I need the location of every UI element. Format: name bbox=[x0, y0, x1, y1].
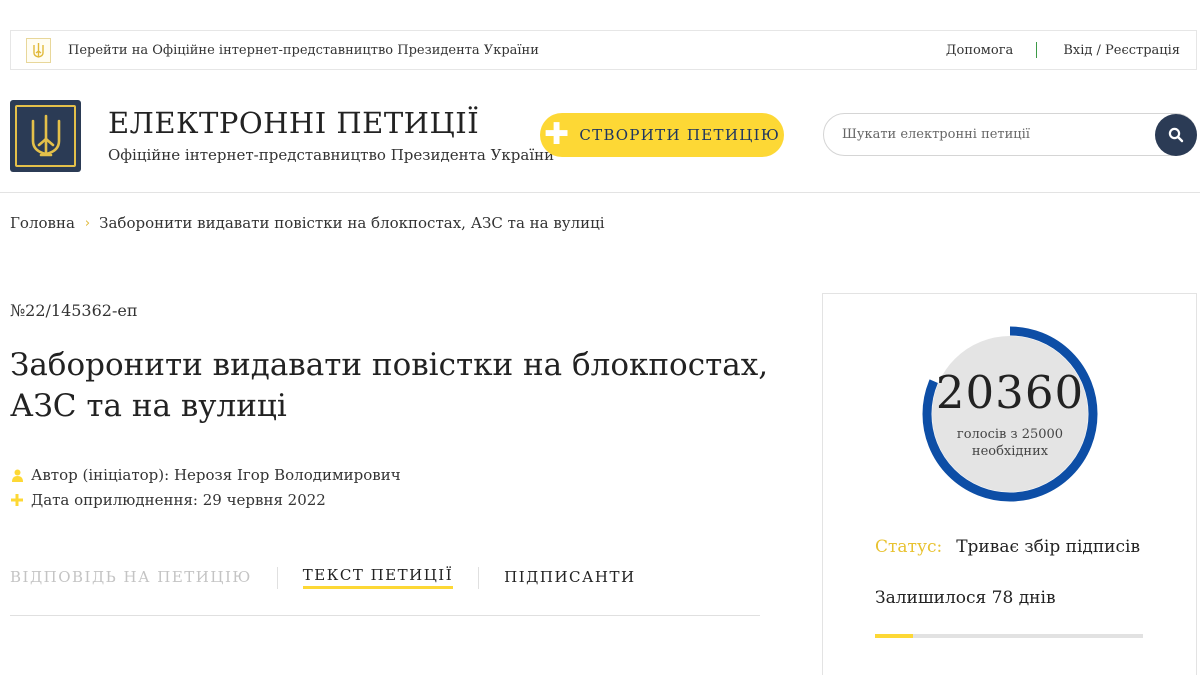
votes-counter: 20360 голосів з 25000 необхідних bbox=[920, 324, 1100, 504]
user-icon bbox=[10, 469, 24, 482]
tabs-divider bbox=[10, 615, 760, 616]
tab-answer[interactable]: ВІДПОВІДЬ НА ПЕТИЦІЮ bbox=[10, 568, 252, 588]
days-remaining: Залишилося 78 днів bbox=[875, 588, 1056, 608]
search-box bbox=[823, 113, 1197, 156]
tab-signatories[interactable]: ПІДПИСАНТИ bbox=[504, 568, 635, 588]
petition-title: Заборонити видавати повістки на блокпост… bbox=[10, 347, 769, 424]
tab-divider bbox=[276, 566, 278, 589]
status-value: Триває збір підписів bbox=[956, 537, 1141, 557]
breadcrumb-current: Заборонити видавати повістки на блокпост… bbox=[99, 214, 605, 232]
tab-divider bbox=[478, 566, 480, 589]
search-button[interactable] bbox=[1155, 114, 1197, 156]
site-subtitle: Офіційне інтернет-представництво Президе… bbox=[108, 146, 555, 164]
breadcrumb-home[interactable]: Головна bbox=[10, 214, 75, 232]
petition-sidebar: 20360 голосів з 25000 необхідних Статус:… bbox=[822, 293, 1197, 675]
tab-petition-text[interactable]: ТЕКСТ ПЕТИЦІЇ bbox=[302, 566, 454, 589]
petition-author: Автор (ініціатор): Нерозя Ігор Володимир… bbox=[10, 466, 401, 484]
petition-status: Статус: Триває збір підписів bbox=[875, 537, 1140, 557]
top-bar: Перейти на Офіційне інтернет-представниц… bbox=[10, 30, 1197, 70]
help-link[interactable]: Допомога bbox=[946, 43, 1013, 58]
site-logo[interactable] bbox=[10, 100, 81, 172]
create-petition-button[interactable]: ✚ СТВОРИТИ ПЕТИЦІЮ bbox=[540, 113, 784, 157]
plus-icon: ✚ bbox=[543, 117, 571, 152]
plus-icon bbox=[10, 494, 24, 506]
author-text: Автор (ініціатор): Нерозя Ігор Володимир… bbox=[31, 466, 401, 484]
search-input[interactable] bbox=[842, 127, 1142, 142]
topbar-divider bbox=[1036, 42, 1038, 58]
votes-count: 20360 bbox=[935, 366, 1085, 419]
trident-emblem-icon bbox=[26, 37, 51, 63]
breadcrumb: Головна › Заборонити видавати повістки н… bbox=[10, 214, 605, 232]
chevron-right-icon: › bbox=[84, 215, 91, 231]
votes-caption-line: голосів з 25000 bbox=[956, 427, 1064, 442]
days-progress-fill bbox=[875, 634, 913, 638]
create-petition-label: СТВОРИТИ ПЕТИЦІЮ bbox=[579, 126, 781, 144]
site-title[interactable]: ЕЛЕКТРОННІ ПЕТИЦІЇ bbox=[108, 106, 479, 140]
date-text: Дата оприлюднення: 29 червня 2022 bbox=[31, 491, 326, 509]
petition-tabs: ВІДПОВІДЬ НА ПЕТИЦІЮ ТЕКСТ ПЕТИЦІЇ ПІДПИ… bbox=[10, 566, 636, 589]
login-register-link[interactable]: Вхід / Реєстрація bbox=[1063, 43, 1180, 58]
header-divider bbox=[0, 192, 1200, 193]
petition-date: Дата оприлюднення: 29 червня 2022 bbox=[10, 491, 326, 509]
search-icon bbox=[1168, 127, 1184, 143]
votes-caption: голосів з 25000 необхідних bbox=[920, 426, 1100, 460]
votes-caption-line: необхідних bbox=[971, 444, 1049, 459]
official-site-link[interactable]: Перейти на Офіційне інтернет-представниц… bbox=[68, 43, 539, 58]
trident-emblem-icon bbox=[15, 105, 76, 167]
status-label: Статус: bbox=[875, 537, 943, 557]
days-progress-bar bbox=[875, 634, 1143, 638]
petition-number: №22/145362-еп bbox=[10, 301, 138, 320]
